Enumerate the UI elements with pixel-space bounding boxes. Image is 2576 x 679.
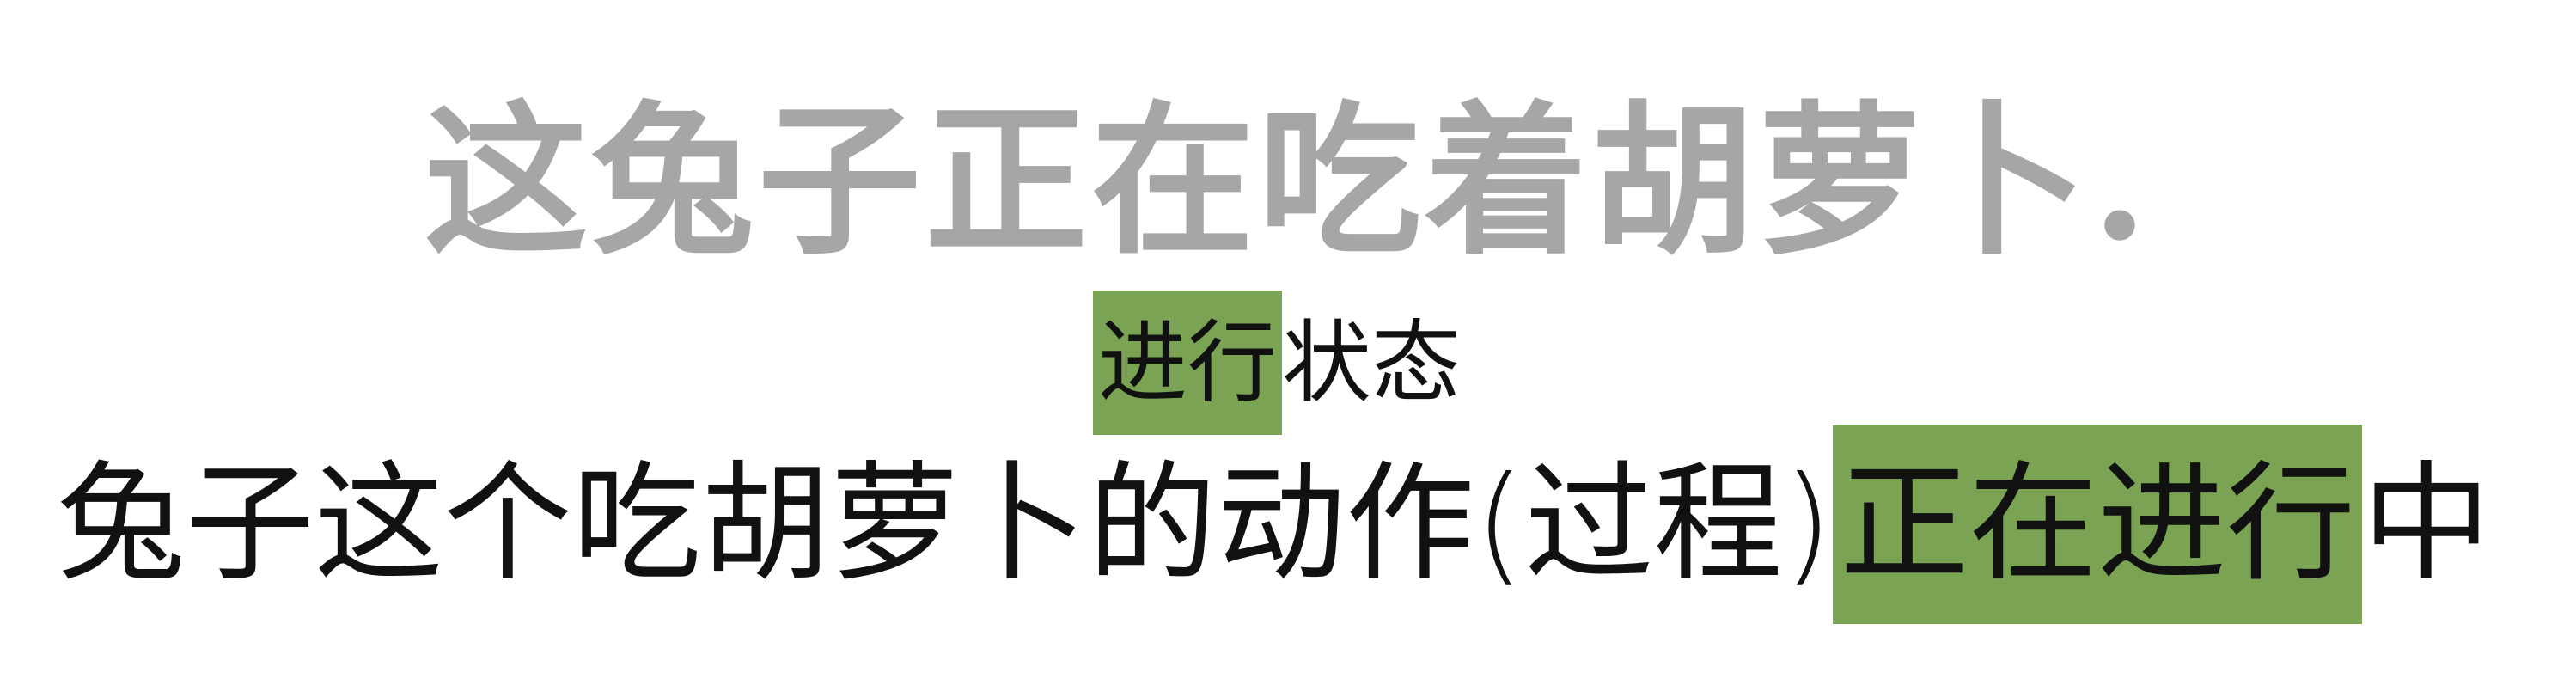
explanation-before: 兔子这个吃胡萝卜的动作(过程)	[57, 450, 1834, 599]
explanation-highlight: 正在进行	[1833, 425, 2363, 624]
explanation-line: 兔子这个吃胡萝卜的动作(过程) 正在进行 中	[57, 425, 2491, 624]
aspect-label-highlight: 进行	[1093, 291, 1283, 435]
example-sentence-title: 这兔子正在吃着胡萝卜.	[424, 85, 2152, 277]
explanation-after: 中	[2362, 450, 2492, 599]
aspect-label-rest: 状态	[1282, 310, 1462, 415]
slide-canvas: 这兔子正在吃着胡萝卜. 进行 状态 兔子这个吃胡萝卜的动作(过程) 正在进行 中	[0, 0, 2576, 679]
aspect-label: 进行 状态	[1093, 291, 1461, 435]
